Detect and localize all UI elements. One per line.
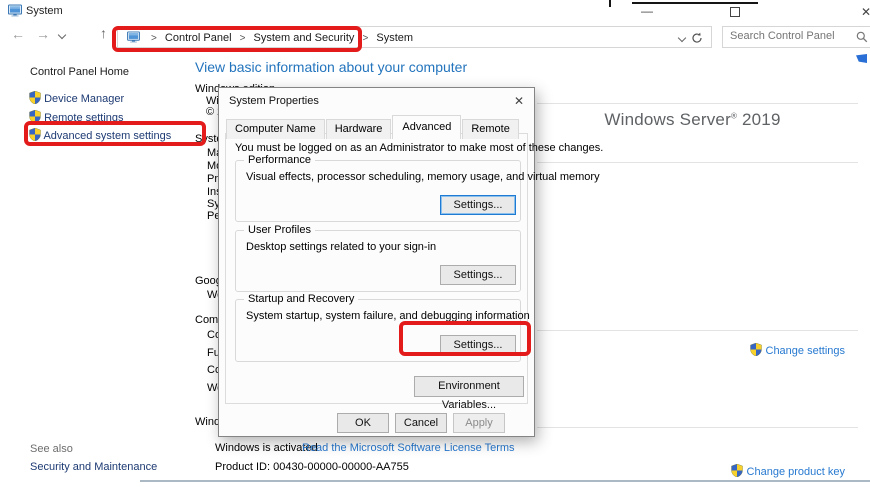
see-also-label: See also xyxy=(30,443,73,455)
change-product-key-link[interactable]: Change product key xyxy=(731,464,845,478)
performance-description: Visual effects, processor scheduling, me… xyxy=(246,171,600,183)
startup-recovery-description: System startup, system failure, and debu… xyxy=(246,310,530,322)
sidebar-home[interactable]: Control Panel Home xyxy=(30,66,129,78)
section-divider xyxy=(537,330,858,331)
breadcrumb-computer-icon xyxy=(127,31,140,43)
breadcrumb-separator: > xyxy=(146,33,162,44)
tab-remote[interactable]: Remote xyxy=(462,119,519,139)
performance-legend: Performance xyxy=(244,154,315,166)
admin-note: You must be logged on as an Administrato… xyxy=(235,142,603,154)
sidebar-item-security-and-maintenance[interactable]: Security and Maintenance xyxy=(30,461,157,473)
environment-variables-button[interactable]: Environment Variables... xyxy=(414,376,524,397)
startup-recovery-group: Startup and Recovery System startup, sys… xyxy=(235,299,521,362)
user-profiles-description: Desktop settings related to your sign-in xyxy=(246,241,436,253)
search-icon[interactable] xyxy=(856,31,868,43)
performance-settings-button[interactable]: Settings... xyxy=(440,195,516,215)
breadcrumb-item-system-and-security[interactable]: System and Security xyxy=(254,32,355,44)
sidebar-item-device-manager[interactable]: Device Manager xyxy=(29,91,124,105)
uac-shield-icon xyxy=(29,128,41,141)
ok-button[interactable]: OK xyxy=(337,413,389,433)
tab-computer-name[interactable]: Computer Name xyxy=(226,119,325,139)
user-profiles-settings-button[interactable]: Settings... xyxy=(440,265,516,285)
dialog-close-icon[interactable]: ✕ xyxy=(514,94,524,108)
user-profiles-group: User Profiles Desktop settings related t… xyxy=(235,230,521,292)
uac-shield-icon xyxy=(731,464,743,477)
uac-shield-icon xyxy=(29,91,41,104)
address-dropdown-chevron-icon[interactable] xyxy=(678,34,686,42)
apply-button[interactable]: Apply xyxy=(453,413,505,433)
breadcrumb-separator: > xyxy=(235,33,251,44)
windows-server-brand: Windows Server® 2019 xyxy=(585,110,800,130)
maximize-button[interactable] xyxy=(730,7,740,17)
close-button[interactable]: ✕ xyxy=(861,5,870,19)
advanced-tab-page: You must be logged on as an Administrato… xyxy=(225,133,528,404)
breadcrumb-item-system[interactable]: System xyxy=(376,32,413,44)
uac-shield-icon xyxy=(750,343,762,356)
minimize-button[interactable]: — xyxy=(641,4,653,18)
nav-history-chevron-icon[interactable] xyxy=(58,31,66,39)
system-window-icon xyxy=(8,4,22,17)
license-terms-link[interactable]: Read the Microsoft Software License Term… xyxy=(302,442,515,454)
performance-group: Performance Visual effects, processor sc… xyxy=(235,160,521,222)
tab-advanced[interactable]: Advanced xyxy=(392,115,461,139)
system-properties-dialog: System Properties ✕ Computer Name Hardwa… xyxy=(218,87,535,437)
screen: System — ✕ ← → ↑ > Control Panel > Syste… xyxy=(0,0,870,487)
uac-shield-icon xyxy=(29,110,41,123)
forward-icon[interactable]: → xyxy=(36,27,50,41)
sidebar-item-remote-settings[interactable]: Remote settings xyxy=(29,110,124,124)
section-divider xyxy=(537,427,858,428)
window-bottom-divider xyxy=(140,480,870,482)
sidebar-item-label: Device Manager xyxy=(44,93,124,105)
startup-recovery-legend: Startup and Recovery xyxy=(244,293,358,305)
dialog-tabs: Computer Name Hardware Advanced Remote xyxy=(226,115,520,139)
sidebar-item-advanced-system-settings[interactable]: Advanced system settings xyxy=(29,128,171,142)
change-settings-link[interactable]: Change settings xyxy=(750,343,845,357)
sidebar-item-label: Advanced system settings xyxy=(43,130,171,142)
tab-hardware[interactable]: Hardware xyxy=(326,119,392,139)
up-icon[interactable]: ↑ xyxy=(100,26,107,40)
address-bar[interactable]: > Control Panel > System and Security > … xyxy=(117,26,712,48)
startup-recovery-settings-button[interactable]: Settings... xyxy=(440,335,516,355)
breadcrumb-separator: > xyxy=(357,33,373,44)
breadcrumb-item-control-panel[interactable]: Control Panel xyxy=(165,32,232,44)
cancel-button[interactable]: Cancel xyxy=(395,413,447,433)
product-id: Product ID: 00430-00000-00000-AA755 xyxy=(215,461,409,473)
breadcrumb: > Control Panel > System and Security > … xyxy=(146,32,413,44)
search-input[interactable] xyxy=(730,30,850,42)
page-title: View basic information about your comput… xyxy=(195,59,467,75)
back-icon[interactable]: ← xyxy=(11,27,25,41)
user-profiles-legend: User Profiles xyxy=(244,224,315,236)
screen-edge-artifact xyxy=(609,0,611,7)
section-divider xyxy=(537,103,858,104)
window-title: System xyxy=(26,5,63,17)
section-divider xyxy=(537,162,858,163)
sidebar-item-label: Remote settings xyxy=(44,112,123,124)
blue-flag-icon xyxy=(856,54,867,63)
search-box[interactable] xyxy=(722,26,870,48)
dialog-title: System Properties xyxy=(229,95,319,107)
refresh-icon[interactable] xyxy=(691,32,703,44)
